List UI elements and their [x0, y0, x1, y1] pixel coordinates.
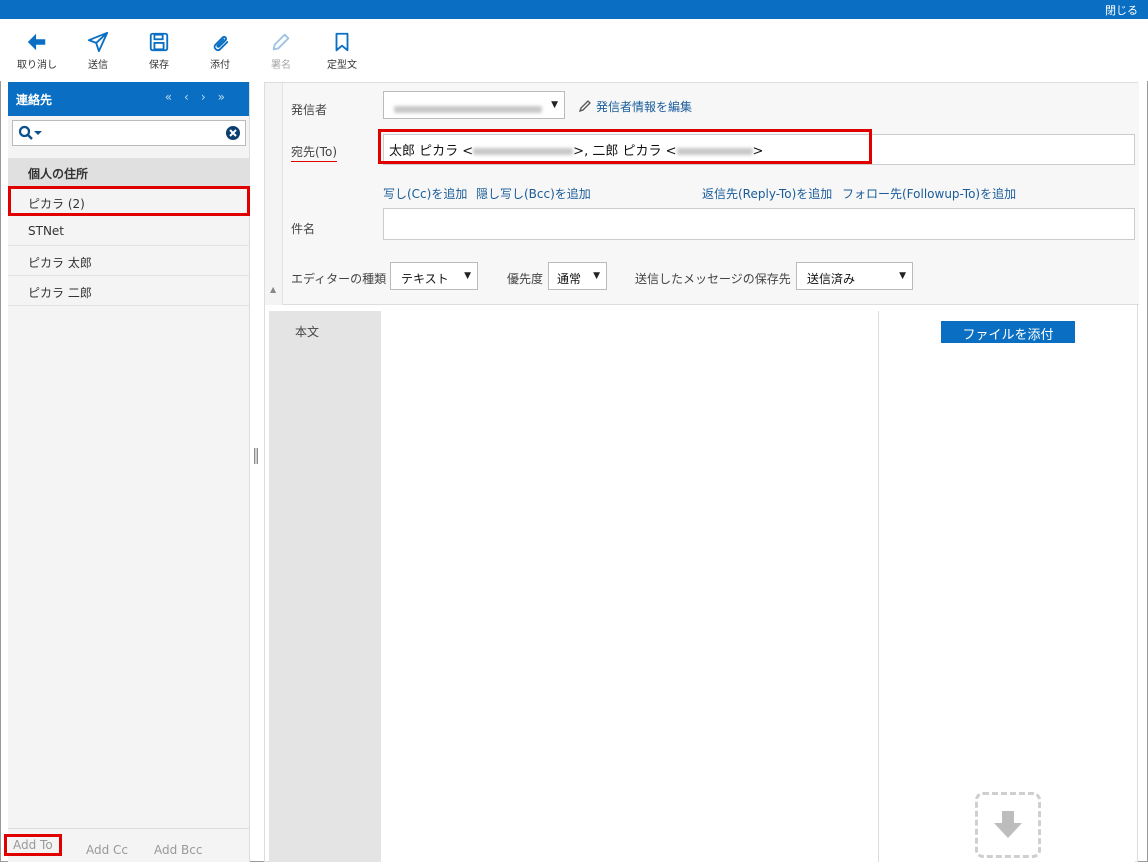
undo-button[interactable]: 取り消し	[7, 31, 67, 71]
body-textarea[interactable]	[381, 311, 879, 862]
from-value	[394, 102, 542, 116]
save-button[interactable]: 保存	[129, 31, 189, 71]
add-to-button[interactable]: Add To	[4, 834, 62, 856]
to-label: 宛先(To)	[291, 143, 337, 162]
pencil-icon	[578, 100, 591, 113]
pencil-icon	[251, 31, 311, 55]
list-item[interactable]: ピカラ 太郎	[8, 246, 250, 276]
priority-select[interactable]: 通常 ▼	[548, 262, 607, 290]
add-cc-link[interactable]: 写し(Cc)を追加	[383, 185, 467, 202]
body-label-column: 本文	[269, 311, 381, 862]
signature-button[interactable]: 署名	[251, 31, 311, 71]
first-page-button[interactable]: «	[165, 90, 184, 104]
template-button[interactable]: 定型文	[312, 31, 372, 71]
contact-search-input[interactable]	[12, 120, 246, 146]
body-label: 本文	[295, 325, 320, 339]
dropdown-arrow-icon: ▼	[551, 100, 558, 110]
clear-search-icon[interactable]	[225, 125, 241, 144]
compose-header-form: 発信者 ▼ 発信者情報を編集 宛先(To) 太郎 ピカラ < >, 二郎 ピカラ …	[283, 83, 1139, 305]
paperclip-icon	[190, 31, 250, 55]
add-reply-to-link[interactable]: 返信先(Reply-To)を追加	[702, 185, 832, 202]
editor-type-select[interactable]: テキスト ▼	[390, 262, 478, 290]
bookmark-icon	[312, 31, 372, 55]
title-bar: 閉じる	[0, 0, 1148, 19]
splitter-handle[interactable]: ‖	[252, 445, 260, 464]
from-select[interactable]: ▼	[383, 91, 565, 119]
close-button[interactable]: 閉じる	[1105, 2, 1138, 18]
floppy-disk-icon	[129, 31, 189, 55]
header-collapse-bar[interactable]: ▲	[265, 83, 283, 305]
message-body-area: 本文 ファイルを添付	[269, 311, 1135, 862]
add-bcc-link[interactable]: 隠し写し(Bcc)を追加	[476, 185, 591, 202]
collapse-up-icon[interactable]: ▲	[270, 285, 276, 294]
list-item[interactable]: ピカラ (2)	[8, 186, 250, 216]
send-button[interactable]: 送信	[68, 31, 128, 71]
dropdown-arrow-icon: ▼	[593, 271, 600, 281]
arrow-left-icon	[7, 31, 67, 55]
add-recipient-bar: Add To Add Cc Add Bcc	[4, 828, 250, 862]
save-folder-select[interactable]: 送信済み ▼	[796, 262, 913, 290]
toolbar: 取り消し 送信 保存 添付 署名 定型文	[0, 19, 1148, 81]
drop-zone[interactable]	[975, 792, 1041, 858]
list-item[interactable]: ピカラ 二郎	[8, 276, 250, 306]
compose-pane: ▲ 発信者 ▼ 発信者情報を編集 宛先(To) 太郎 ピカラ < >, 二郎 ピカ…	[264, 82, 1139, 862]
subject-label: 件名	[291, 222, 316, 236]
attach-file-button[interactable]: ファイルを添付	[941, 321, 1075, 343]
editor-type-label: エディターの種類	[291, 272, 387, 286]
attachment-panel: ファイルを添付	[879, 311, 1135, 862]
last-page-button[interactable]: »	[218, 90, 237, 104]
contact-list: 個人の住所 ピカラ (2) STNet ピカラ 太郎 ピカラ 二郎	[8, 158, 250, 306]
contacts-header: 連絡先 «‹›»	[8, 82, 249, 116]
dropdown-arrow-icon: ▼	[464, 271, 471, 281]
contacts-sidebar: 連絡先 «‹›» 個人の住所 ピカラ (2) STNet ピカラ 太郎 ピカラ …	[4, 82, 250, 862]
attach-button[interactable]: 添付	[190, 31, 250, 71]
arrow-down-icon	[994, 811, 1022, 838]
edit-sender-link[interactable]: 発信者情報を編集	[578, 98, 692, 115]
pager-nav: «‹›»	[165, 90, 237, 104]
add-bcc-button[interactable]: Add Bcc	[154, 843, 202, 857]
subject-input[interactable]	[383, 208, 1135, 240]
priority-label: 優先度	[507, 272, 544, 286]
prev-page-button[interactable]: ‹	[184, 90, 201, 104]
group-personal-addresses[interactable]: 個人の住所	[8, 158, 250, 186]
list-item[interactable]: STNet	[8, 216, 250, 246]
dropdown-arrow-icon: ▼	[899, 271, 906, 281]
next-page-button[interactable]: ›	[201, 90, 218, 104]
search-dropdown-icon[interactable]	[18, 125, 44, 144]
add-cc-button[interactable]: Add Cc	[86, 843, 128, 857]
save-folder-label: 送信したメッセージの保存先	[635, 272, 791, 286]
contacts-title: 連絡先	[16, 93, 53, 107]
add-followup-to-link[interactable]: フォロー先(Followup-To)を追加	[842, 185, 1016, 202]
to-recipients: 太郎 ピカラ < >, 二郎 ピカラ < >	[389, 144, 764, 159]
paper-plane-icon	[68, 31, 128, 55]
from-label: 発信者	[291, 103, 328, 117]
